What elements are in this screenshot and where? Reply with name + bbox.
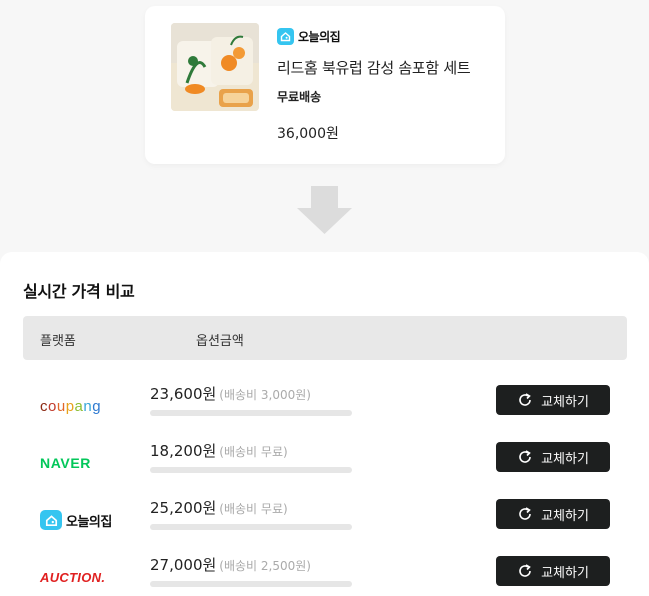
- table-header: 플랫폼 옵션금액: [23, 316, 627, 360]
- section-title: 실시간 가격 비교: [23, 282, 135, 301]
- auction-logo: AUCTION.: [40, 569, 106, 585]
- option-price: 23,600원 (배송비 3,000원): [150, 385, 311, 403]
- replace-button[interactable]: 교체하기: [496, 499, 610, 529]
- refresh-icon: [519, 450, 531, 463]
- refresh-icon: [519, 393, 531, 406]
- product-card[interactable]: 오늘의집 리드홈 북유럽 감성 솜포함 세트 무료배송 36,000원: [145, 6, 505, 164]
- table-row: 오늘의집 25,200원 (배송비 무료) 교체하기: [0, 495, 649, 545]
- shipping-fee: (배송비 무료): [219, 445, 288, 459]
- product-thumbnail: [171, 23, 259, 111]
- coupang-logo: coupang: [40, 397, 102, 415]
- brand-name: 오늘의집: [298, 30, 341, 44]
- header-platform: 플랫폼: [40, 334, 76, 349]
- shipping-fee: (배송비 무료): [219, 502, 288, 516]
- shipping-fee: (배송비 3,000원): [219, 388, 311, 402]
- product-price: 36,000원: [277, 126, 339, 142]
- shipping-fee: (배송비 2,500원): [219, 559, 311, 573]
- product-name: 리드홈 북유럽 감성 솜포함 세트: [277, 59, 471, 77]
- replace-button[interactable]: 교체하기: [496, 385, 610, 415]
- house-icon: [277, 28, 294, 45]
- shipping-info: 무료배송: [277, 90, 322, 104]
- price-bar: [150, 410, 352, 416]
- price-bar: [150, 467, 352, 473]
- price-comparison-panel: 실시간 가격 비교 플랫폼 옵션금액 coupang 23,600원 (배송비 3…: [0, 252, 649, 596]
- price-bar: [150, 524, 352, 530]
- price-bar: [150, 581, 352, 587]
- house-icon: [40, 510, 62, 530]
- option-price: 27,000원 (배송비 2,500원): [150, 556, 311, 574]
- refresh-icon: [519, 564, 531, 577]
- arrow-down-icon: [297, 186, 352, 234]
- naver-logo: NAVER: [40, 455, 91, 471]
- option-price: 25,200원 (배송비 무료): [150, 499, 288, 517]
- ohou-logo: 오늘의집: [40, 509, 112, 531]
- replace-button[interactable]: 교체하기: [496, 442, 610, 472]
- option-price: 18,200원 (배송비 무료): [150, 442, 288, 460]
- table-row: coupang 23,600원 (배송비 3,000원) 교체하기: [0, 381, 649, 431]
- replace-button[interactable]: 교체하기: [496, 556, 610, 586]
- refresh-icon: [519, 507, 531, 520]
- product-brand: 오늘의집: [277, 28, 341, 45]
- header-option-price: 옵션금액: [196, 334, 244, 349]
- table-row: NAVER 18,200원 (배송비 무료) 교체하기: [0, 438, 649, 488]
- table-row: AUCTION. 27,000원 (배송비 2,500원) 교체하기: [0, 552, 649, 596]
